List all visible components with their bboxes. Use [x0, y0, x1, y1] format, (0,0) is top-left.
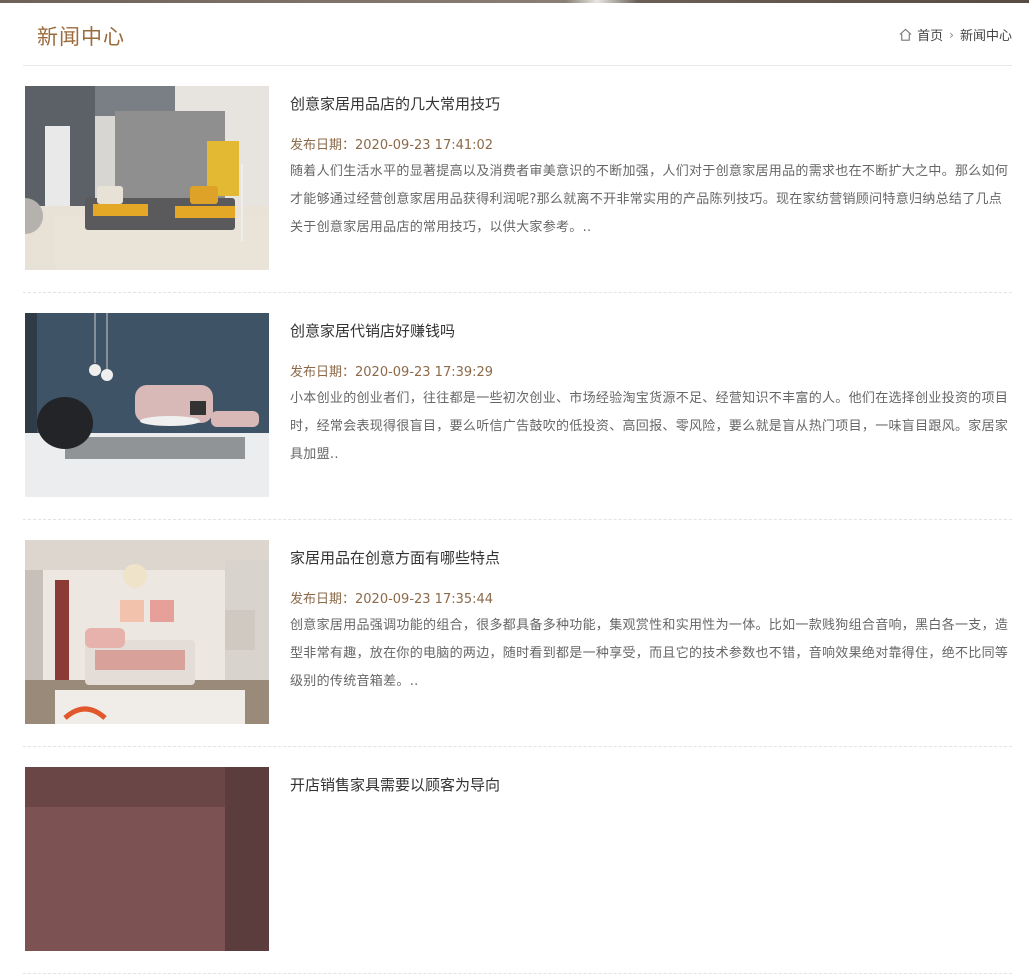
news-list: 创意家居用品店的几大常用技巧 发布日期：2020-09-23 17:41:02 …	[23, 66, 1012, 974]
news-title[interactable]: 创意家居用品店的几大常用技巧	[290, 93, 500, 114]
breadcrumb-current-link[interactable]: 新闻中心	[960, 25, 1012, 44]
news-summary: 小本创业的创业者们，往往都是一些初次创业、市场经验淘宝货源不足、经营知识不丰富的…	[290, 391, 1009, 462]
page-header: 新闻中心 首页 › 新闻中心	[23, 3, 1012, 66]
news-thumbnail[interactable]	[25, 767, 269, 951]
news-title[interactable]: 家居用品在创意方面有哪些特点	[290, 547, 500, 568]
home-icon[interactable]	[898, 27, 913, 42]
breadcrumb-home-link[interactable]: 首页	[917, 25, 943, 44]
news-summary: 创意家居用品强调功能的组合，很多都具备多种功能，集观赏性和实用性为一体。比如一款…	[290, 618, 1009, 689]
news-thumbnail[interactable]	[25, 313, 269, 497]
news-thumbnail[interactable]	[25, 86, 269, 270]
breadcrumb: 首页 › 新闻中心	[898, 25, 1012, 44]
list-item: 创意家居代销店好赚钱吗 发布日期：2020-09-23 17:39:29 小本创…	[23, 293, 1012, 520]
news-date: 发布日期：2020-09-23 17:39:29	[290, 365, 494, 380]
news-date: 发布日期：2020-09-23 17:35:44	[290, 592, 494, 607]
list-item: 开店销售家具需要以顾客为导向	[23, 747, 1012, 974]
news-title[interactable]: 创意家居代销店好赚钱吗	[290, 320, 455, 341]
list-item: 家居用品在创意方面有哪些特点 发布日期：2020-09-23 17:35:44 …	[23, 520, 1012, 747]
news-thumbnail[interactable]	[25, 540, 269, 724]
page-title: 新闻中心	[37, 25, 125, 49]
chevron-right-icon: ›	[949, 27, 954, 42]
list-item: 创意家居用品店的几大常用技巧 发布日期：2020-09-23 17:41:02 …	[23, 66, 1012, 293]
news-date: 发布日期：2020-09-23 17:41:02	[290, 138, 494, 153]
news-summary: 随着人们生活水平的显著提高以及消费者审美意识的不断加强，人们对于创意家居用品的需…	[290, 164, 1009, 235]
